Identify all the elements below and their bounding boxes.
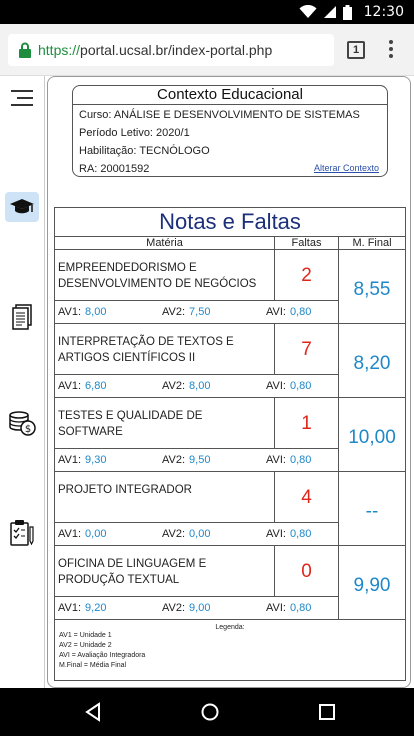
table-row: INTERPRETAÇÃO DE TEXTOS E ARTIGOS CIENTÍ… — [55, 324, 405, 398]
lock-icon — [19, 42, 31, 58]
absences-count: 1 — [301, 413, 312, 434]
table-row: PROJETO INTEGRADOR 4 -- AV1: 0,00 AV2: 0,00 AVI… — [55, 472, 405, 546]
context-box: Contexto Educacional Curso: ANÁLISE E DE… — [72, 85, 388, 177]
av2-grade: AV2: 9,50 — [162, 454, 211, 466]
table-row: TESTES E QUALIDADE DE SOFTWARE 1 10,00 AV1:… — [55, 398, 405, 472]
url-protocol: https:// — [38, 42, 81, 58]
subject-name: EMPREENDEDORISMO E DESENVOLVIMENTO DE NE… — [58, 262, 257, 290]
subject-name: INTERPRETAÇÃO DE TEXTOS E ARTIGOS CIENTÍ… — [58, 336, 234, 364]
table-row: EMPREENDEDORISMO E DESENVOLVIMENTO DE NE… — [55, 250, 405, 324]
status-icons — [299, 4, 352, 20]
table-row: OFICINA DE LINGUAGEM E PRODUÇÃO TEXTUAL 0… — [55, 546, 405, 620]
absences-count: 2 — [301, 265, 312, 286]
legend-line: AV2 = Unidade 2 — [59, 642, 112, 649]
av1-grade: AV1: 9,30 — [58, 454, 107, 466]
overflow-menu-icon[interactable] — [388, 40, 394, 60]
document-icon — [12, 304, 32, 330]
sidebar-item-tasks[interactable] — [5, 518, 39, 548]
context-title: Contexto Educacional — [73, 86, 387, 105]
subject-name: PROJETO INTEGRADOR — [58, 484, 192, 496]
sidebar: $ — [0, 76, 45, 688]
av1-grade: AV1: 9,20 — [58, 602, 107, 614]
header-mfinal: M. Final — [352, 237, 392, 249]
coins-icon: $ — [9, 411, 36, 436]
legend-line: AV1 = Unidade 1 — [59, 632, 112, 639]
sidebar-item-finance[interactable]: $ — [5, 408, 39, 438]
sidebar-item-documents[interactable] — [5, 302, 39, 332]
grades-title: Notas e Faltas — [159, 209, 301, 234]
av2-grade: AV2: 7,50 — [162, 306, 211, 318]
header-faltas: Faltas — [291, 237, 322, 249]
av2-grade: AV2: 0,00 — [162, 528, 211, 540]
status-time: 12:30 — [363, 4, 404, 20]
av1-grade: AV1: 8,00 — [58, 306, 107, 318]
absences-count: 4 — [301, 487, 312, 508]
av1-grade: AV1: 6,80 — [58, 380, 107, 392]
grades-table: Notas e Faltas Matéria Faltas M. Final E… — [54, 207, 406, 681]
clipboard-icon — [10, 520, 34, 546]
subject-name: TESTES E QUALIDADE DE SOFTWARE — [58, 410, 203, 438]
url-bar[interactable]: https:// portal.ucsal.br/index-portal.ph… — [8, 34, 334, 66]
avi-grade: AVI: 0,80 — [266, 454, 312, 466]
context-habilitacao: Habilitação: TECNÓLOGO — [79, 145, 210, 157]
back-icon[interactable] — [84, 702, 102, 722]
final-grade: 10,00 — [348, 427, 396, 448]
avi-grade: AVI: 0,80 — [266, 602, 312, 614]
sidebar-item-grades[interactable] — [5, 192, 39, 222]
av2-grade: AV2: 9,00 — [162, 602, 211, 614]
av2-grade: AV2: 8,00 — [162, 380, 211, 392]
final-grade: 8,55 — [353, 279, 391, 300]
graduation-cap-icon — [10, 199, 34, 214]
avi-grade: AVI: 0,80 — [266, 306, 312, 318]
tab-count-button[interactable]: 1 — [347, 41, 365, 59]
legend-line: M.Final = Média Final — [59, 662, 127, 669]
url-host: portal.ucsal.br/index-portal.php — [80, 42, 273, 58]
final-grade: 9,90 — [353, 575, 391, 596]
header-materia: Matéria — [146, 237, 183, 249]
system-nav-bar — [0, 688, 414, 736]
absences-count: 0 — [301, 561, 312, 582]
legend: Legenda: AV1 = Unidade 1 AV2 = Unidade 2… — [55, 620, 405, 680]
menu-icon[interactable] — [11, 90, 33, 108]
legend-title: Legenda: — [215, 624, 245, 631]
recents-icon[interactable] — [318, 703, 336, 721]
context-ra: RA: 20001592 — [79, 163, 150, 175]
avi-grade: AVI: 0,80 — [266, 528, 312, 540]
svg-text:$: $ — [25, 424, 31, 435]
change-context-link[interactable]: Alterar Contexto — [314, 163, 379, 173]
grades-header: Matéria Faltas M. Final — [55, 236, 405, 250]
main-panel: Contexto Educacional Curso: ANÁLISE E DE… — [47, 76, 411, 688]
subject-name: OFICINA DE LINGUAGEM E PRODUÇÃO TEXTUAL — [58, 558, 207, 586]
battery-icon — [343, 4, 352, 20]
home-icon[interactable] — [200, 702, 220, 722]
final-grade: -- — [365, 501, 379, 522]
wifi-icon — [299, 5, 317, 18]
av1-grade: AV1: 0,00 — [58, 528, 107, 540]
legend-line: AVI = Avaliação Integradora — [59, 652, 146, 659]
absences-count: 7 — [301, 339, 312, 360]
final-grade: 8,20 — [353, 353, 391, 374]
browser-toolbar: https:// portal.ucsal.br/index-portal.ph… — [0, 24, 414, 76]
context-curso: Curso: ANÁLISE E DESENVOLVIMENTO DE SIST… — [79, 109, 360, 121]
status-bar: 12:30 — [0, 0, 414, 24]
avi-grade: AVI: 0,80 — [266, 380, 312, 392]
context-periodo: Período Letivo: 2020/1 — [79, 127, 190, 139]
signal-icon — [324, 6, 336, 18]
